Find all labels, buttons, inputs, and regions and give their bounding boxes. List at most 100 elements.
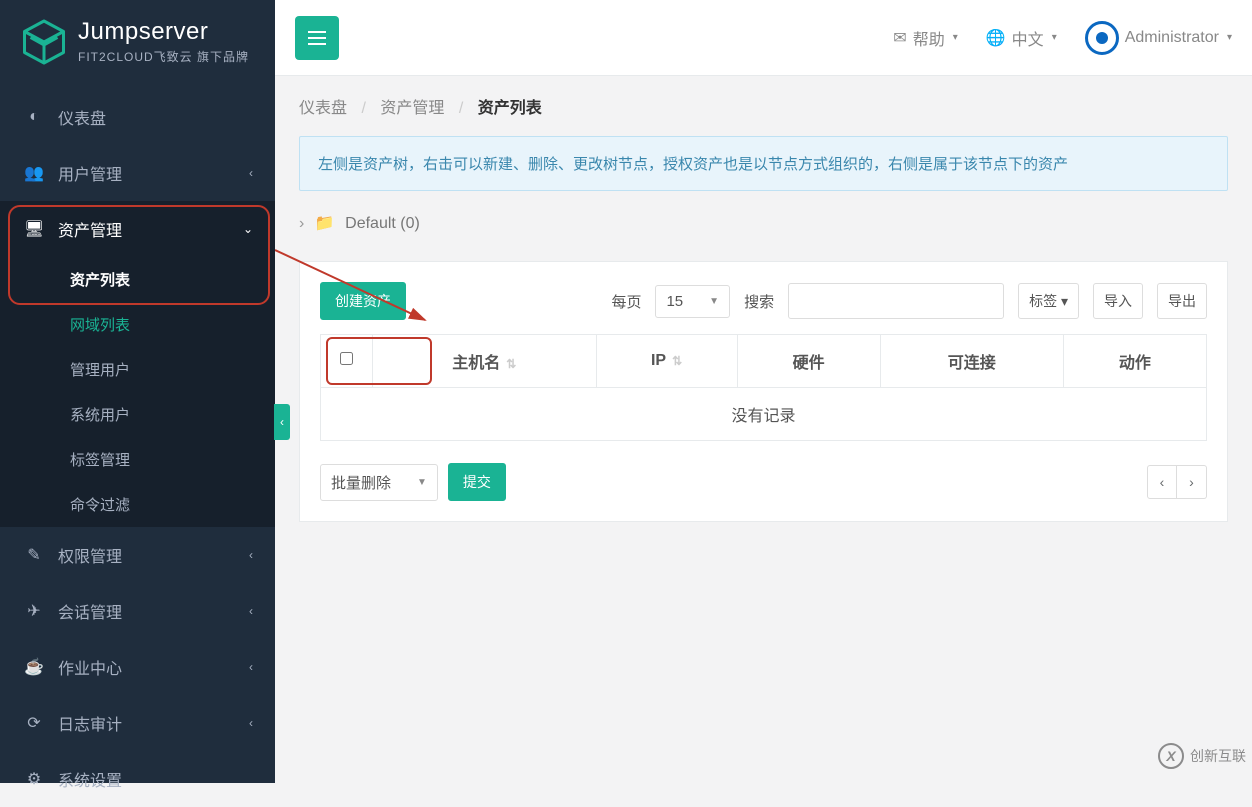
col-label: 硬件 [793, 355, 825, 372]
subnav-label: 标签管理 [70, 452, 130, 469]
subnav-admin-users[interactable]: 管理用户 [0, 347, 275, 392]
col-hardware: 硬件 [737, 335, 880, 388]
breadcrumb-sep: / [459, 100, 463, 117]
collapse-tree-button[interactable]: ‹ [274, 404, 290, 440]
caret-down-icon: ▼ [417, 477, 427, 488]
col-hostname[interactable]: 主机名⇅ [373, 335, 597, 388]
help-label: 帮助 [913, 26, 945, 50]
toggle-sidebar-button[interactable] [295, 16, 339, 60]
col-connectivity: 可连接 [880, 335, 1063, 388]
dashboard-icon: ◐ [24, 108, 44, 126]
nav-label: 用户管理 [58, 161, 122, 185]
nav-dashboard[interactable]: ◐ 仪表盘 [0, 89, 275, 145]
per-page-select[interactable]: 15 ▼ [655, 285, 730, 318]
export-button[interactable]: 导出 [1157, 283, 1207, 319]
chevron-left-icon: ‹ [249, 604, 253, 618]
nav-label: 作业中心 [58, 655, 122, 679]
subnav-cmd-filter[interactable]: 命令过滤 [0, 482, 275, 527]
chevron-left-icon: ‹ [249, 548, 253, 562]
chevron-left-icon: ‹ [249, 716, 253, 730]
caret-down-icon: ▾ [1052, 32, 1057, 43]
subnav-domain-list[interactable]: 网域列表 [0, 302, 275, 347]
page-next-button[interactable]: › [1177, 465, 1207, 499]
watermark: X 创新互联 [1158, 743, 1246, 769]
caret-down-icon: ▾ [953, 32, 958, 43]
info-text: 左侧是资产树，右击可以新建、删除、更改树节点，授权资产也是以节点方式组织的，右侧… [318, 156, 1068, 173]
asset-table: 主机名⇅ IP⇅ 硬件 可连接 动作 没有记录 [320, 334, 1207, 441]
pagination: ‹ › [1147, 465, 1207, 499]
page-prev-button[interactable]: ‹ [1147, 465, 1177, 499]
caret-down-icon: ▼ [709, 296, 719, 307]
breadcrumb-item[interactable]: 资产管理 [380, 100, 444, 117]
help-menu[interactable]: ✉ 帮助 ▾ [893, 26, 957, 50]
brand-subtitle: FIT2CLOUD飞致云 旗下品牌 [78, 48, 249, 65]
tree-expand-icon[interactable]: › [299, 215, 304, 233]
chevron-down-icon: ⌄ [243, 222, 253, 236]
users-icon: 👥 [24, 163, 44, 183]
nav-users[interactable]: 👥 用户管理 ‹ [0, 145, 275, 201]
col-label: 主机名 [452, 355, 500, 372]
audits-icon: ⟳ [24, 713, 44, 733]
user-name: Administrator [1125, 29, 1219, 47]
nav-assets-submenu: 资产列表 网域列表 管理用户 系统用户 标签管理 命令过滤 [0, 257, 275, 527]
nav-label: 权限管理 [58, 543, 122, 567]
batch-action-value: 批量删除 [331, 472, 391, 493]
empty-row: 没有记录 [321, 388, 1207, 441]
breadcrumb-sep: / [361, 100, 365, 117]
nav-assets[interactable]: 🖥 资产管理 ⌄ [0, 201, 275, 257]
search-input[interactable] [788, 283, 1004, 319]
breadcrumb: 仪表盘 / 资产管理 / 资产列表 [275, 76, 1252, 136]
tree-root-label[interactable]: Default (0) [345, 215, 420, 232]
nav-sessions[interactable]: ✈ 会话管理 ‹ [0, 583, 275, 639]
asset-panel: 创建资产 每页 15 ▼ 搜索 标签 ▾ 导入 导出 [299, 261, 1228, 522]
subnav-system-users[interactable]: 系统用户 [0, 392, 275, 437]
asset-tree: › 📁 Default (0) [299, 213, 1228, 233]
subnav-labels[interactable]: 标签管理 [0, 437, 275, 482]
nav-label: 会话管理 [58, 599, 122, 623]
chevron-left-icon: ‹ [249, 166, 253, 180]
col-label: IP [651, 352, 666, 369]
table-footer: 批量删除 ▼ 提交 ‹ › [320, 463, 1207, 501]
brand-logo-icon [20, 18, 68, 69]
subnav-asset-list[interactable]: 资产列表 [0, 257, 275, 302]
import-button[interactable]: 导入 [1093, 283, 1143, 319]
settings-icon: ⚙ [24, 769, 44, 789]
folder-icon: 📁 [315, 215, 335, 232]
user-menu[interactable]: Administrator ▾ [1085, 21, 1232, 55]
nav-ops[interactable]: ☕ 作业中心 ‹ [0, 639, 275, 695]
col-ip[interactable]: IP⇅ [596, 335, 737, 388]
tags-label: 标签 [1029, 293, 1057, 309]
batch-action-select[interactable]: 批量删除 ▼ [320, 464, 438, 501]
nav-label: 系统设置 [58, 767, 122, 791]
language-label: 中文 [1012, 26, 1044, 50]
language-menu[interactable]: 🌐 中文 ▾ [986, 26, 1057, 50]
sidebar: Jumpserver FIT2CLOUD飞致云 旗下品牌 ◐ 仪表盘 👥 用户管… [0, 0, 275, 783]
col-label: 可连接 [948, 355, 996, 372]
subnav-label: 命令过滤 [70, 497, 130, 514]
chevron-left-icon: ‹ [249, 660, 253, 674]
per-page-value: 15 [666, 293, 683, 310]
watermark-icon: X [1158, 743, 1184, 769]
toolbar: 创建资产 每页 15 ▼ 搜索 标签 ▾ 导入 导出 [320, 282, 1207, 320]
per-page-label: 每页 [611, 291, 641, 312]
submit-button[interactable]: 提交 [448, 463, 506, 501]
tags-dropdown[interactable]: 标签 ▾ [1018, 283, 1079, 319]
caret-down-icon: ▾ [1227, 32, 1232, 43]
topbar: ✉ 帮助 ▾ 🌐 中文 ▾ Administrator ▾ [275, 0, 1252, 76]
nav-settings[interactable]: ⚙ 系统设置 [0, 751, 275, 807]
subnav-label: 资产列表 [70, 272, 130, 289]
breadcrumb-item[interactable]: 仪表盘 [299, 100, 347, 117]
subnav-label: 网域列表 [70, 317, 130, 334]
empty-text: 没有记录 [321, 388, 1207, 441]
nav-label: 日志审计 [58, 711, 122, 735]
nav-label: 仪表盘 [58, 105, 106, 129]
brand: Jumpserver FIT2CLOUD飞致云 旗下品牌 [0, 0, 275, 79]
col-label: 动作 [1119, 355, 1151, 372]
create-asset-button[interactable]: 创建资产 [320, 282, 406, 320]
breadcrumb-current: 资产列表 [478, 100, 542, 117]
perms-icon: ✎ [24, 545, 44, 565]
nav-perms[interactable]: ✎ 权限管理 ‹ [0, 527, 275, 583]
nav-label: 资产管理 [58, 217, 122, 241]
select-all-checkbox[interactable] [340, 352, 353, 365]
nav-audits[interactable]: ⟳ 日志审计 ‹ [0, 695, 275, 751]
